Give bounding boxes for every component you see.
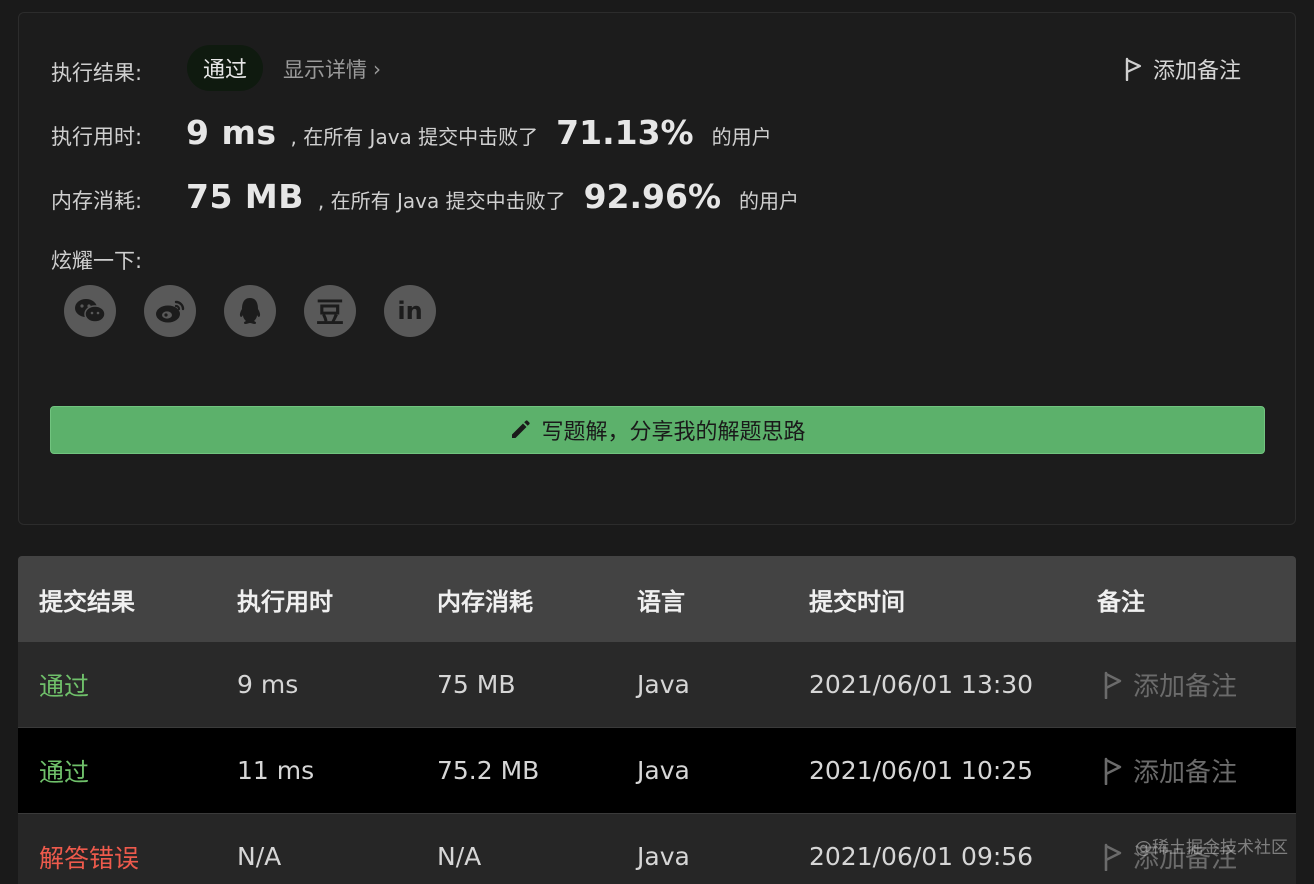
row-language: Java	[637, 670, 690, 699]
runtime-value: 9 ms	[186, 113, 277, 152]
row-runtime: N/A	[237, 842, 282, 871]
runtime-label: 执行用时:	[51, 125, 143, 149]
runtime-row: 执行用时: 9 ms , 在所有 Java 提交中击败了 71.13% 的用户	[51, 113, 772, 152]
memory-value: 75 MB	[186, 177, 304, 216]
memory-row: 内存消耗: 75 MB , 在所有 Java 提交中击败了 92.96% 的用户	[51, 177, 799, 216]
show-details-label: 显示详情	[283, 58, 367, 82]
submission-result-page: 执行结果: 通过 显示详情 › 添加备注 执行用时: 9 ms , 在所有 Ja…	[0, 0, 1314, 884]
row-add-note-button[interactable]: 添加备注	[1103, 666, 1237, 703]
memory-suffix: 的用户	[739, 189, 800, 213]
header-runtime: 执行用时	[237, 587, 333, 616]
runtime-suffix: 的用户	[711, 125, 772, 149]
share-icons: 豆 in	[64, 285, 436, 337]
header-note: 备注	[1097, 587, 1145, 616]
qq-icon[interactable]	[224, 285, 276, 337]
result-label: 执行结果:	[51, 61, 143, 85]
row-memory: N/A	[437, 842, 482, 871]
table-row[interactable]: 通过 11 ms 75.2 MB Java 2021/06/01 10:25 添…	[18, 728, 1296, 814]
add-note-button[interactable]: 添加备注	[1125, 53, 1241, 85]
chevron-right-icon: ›	[373, 57, 381, 81]
write-solution-label: 写题解，分享我的解题思路	[541, 420, 806, 445]
row-status[interactable]: 通过	[39, 667, 89, 703]
row-submitted: 2021/06/01 09:56	[809, 842, 1034, 871]
header-submitted: 提交时间	[809, 587, 905, 616]
status-badge: 通过	[187, 45, 264, 91]
header-language: 语言	[637, 587, 685, 616]
douban-glyph: 豆	[315, 296, 344, 329]
row-status[interactable]: 解答错误	[39, 839, 139, 875]
row-status[interactable]: 通过	[39, 753, 89, 789]
runtime-text: , 在所有 Java 提交中击败了	[290, 125, 539, 149]
row-add-note-label: 添加备注	[1133, 758, 1238, 788]
douban-icon[interactable]: 豆	[304, 285, 356, 337]
flag-icon	[1104, 843, 1122, 871]
header-status: 提交结果	[39, 587, 135, 616]
memory-text: , 在所有 Java 提交中击败了	[317, 189, 566, 213]
weibo-icon[interactable]	[144, 285, 196, 337]
row-memory: 75 MB	[437, 670, 516, 699]
memory-label: 内存消耗:	[51, 189, 143, 213]
write-solution-button[interactable]: 写题解，分享我的解题思路	[50, 406, 1265, 454]
row-submitted: 2021/06/01 10:25	[809, 756, 1034, 785]
linkedin-glyph: in	[397, 297, 423, 325]
runtime-percent: 71.13%	[556, 113, 694, 152]
flag-icon	[1104, 757, 1122, 785]
wechat-icon[interactable]	[64, 285, 116, 337]
share-label: 炫耀一下:	[51, 249, 143, 273]
row-add-note-button[interactable]: 添加备注	[1103, 752, 1237, 789]
flag-icon	[1104, 671, 1122, 699]
table-row[interactable]: 解答错误 N/A N/A Java 2021/06/01 09:56 添加备注	[18, 814, 1296, 884]
table-header: 提交结果 执行用时 内存消耗 语言 提交时间 备注	[18, 556, 1296, 642]
result-card: 执行结果: 通过 显示详情 › 添加备注 执行用时: 9 ms , 在所有 Ja…	[18, 12, 1296, 525]
header-memory: 内存消耗	[437, 587, 533, 616]
add-note-label: 添加备注	[1152, 59, 1241, 84]
row-memory: 75.2 MB	[437, 756, 540, 785]
show-details-link[interactable]: 显示详情 ›	[283, 54, 381, 84]
row-runtime: 11 ms	[237, 756, 315, 785]
linkedin-icon[interactable]: in	[384, 285, 436, 337]
row-language: Java	[637, 756, 690, 785]
watermark: @稀土掘金技术社区	[1135, 838, 1288, 858]
submissions-table: 提交结果 执行用时 内存消耗 语言 提交时间 备注 通过 9 ms 75 MB …	[18, 556, 1296, 884]
memory-percent: 92.96%	[583, 177, 722, 216]
row-runtime: 9 ms	[237, 670, 299, 699]
pencil-icon	[512, 420, 531, 438]
table-row[interactable]: 通过 9 ms 75 MB Java 2021/06/01 13:30 添加备注	[18, 642, 1296, 728]
flag-icon	[1125, 57, 1142, 81]
row-submitted: 2021/06/01 13:30	[809, 670, 1034, 699]
row-add-note-label: 添加备注	[1133, 672, 1238, 702]
row-language: Java	[637, 842, 690, 871]
